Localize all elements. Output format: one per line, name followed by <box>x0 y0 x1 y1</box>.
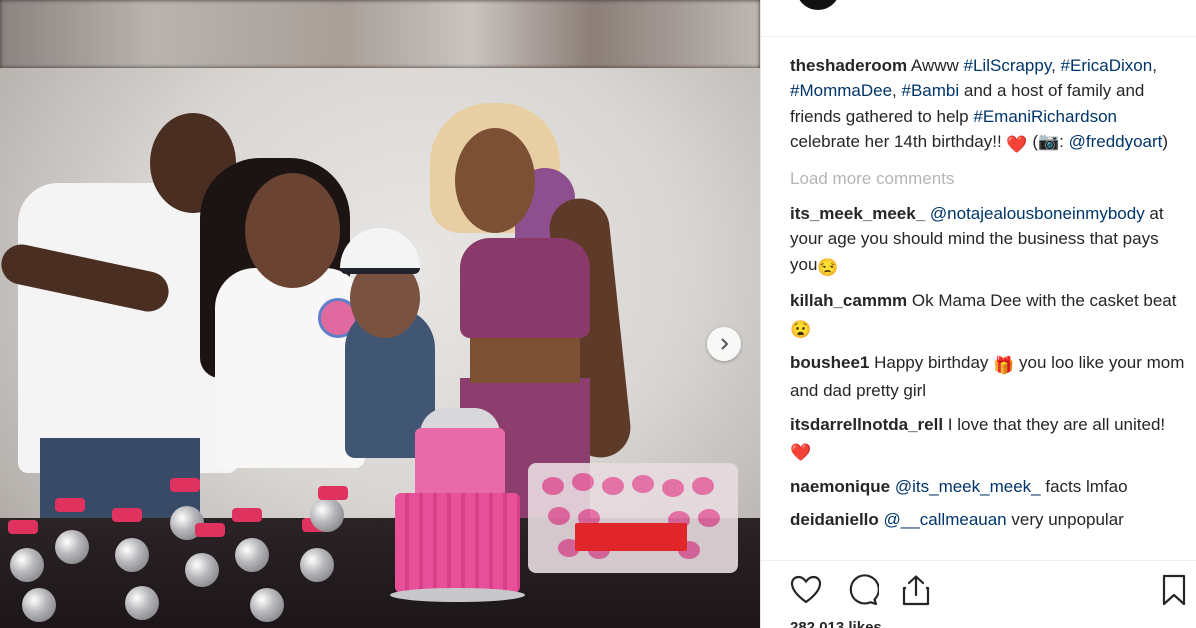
comment-text: Happy birthday <box>869 353 994 373</box>
photographer-mention[interactable]: @freddyoart <box>1069 132 1163 151</box>
comment-username[interactable]: deidaniello <box>790 510 879 529</box>
comment-item: itsdarrellnotda_rell I love that they ar… <box>790 412 1185 466</box>
anguished-face-icon: 😧 <box>790 319 812 339</box>
comment-username[interactable]: naemonique <box>790 477 890 496</box>
gift-icon: 🎁 <box>993 356 1015 376</box>
speech-bubble-icon[interactable] <box>845 573 879 607</box>
comment-item: naemonique @its_meek_meek_ facts lmfao <box>790 474 1185 499</box>
cake-board <box>390 588 525 602</box>
comment-mention[interactable]: @notajealousboneinmybody <box>930 204 1145 223</box>
share-upload-icon[interactable] <box>899 573 933 607</box>
header-divider <box>761 36 1196 37</box>
comments-list: theshaderoom Awww #LilScrappy, #EricaDix… <box>790 53 1185 537</box>
comment-item: deidaniello @__callmeauan very unpopular <box>790 507 1185 529</box>
comment-text: I love that they are all united! <box>943 414 1166 434</box>
photo-blurred-background <box>0 0 760 68</box>
heart-outline-icon[interactable] <box>789 573 823 607</box>
comment-mention[interactable]: @its_meek_meek_ <box>895 477 1041 496</box>
comment-item: its_meek_meek_ @notajealousboneinmybody … <box>790 201 1185 280</box>
comment-text: facts lmfao <box>1040 476 1128 496</box>
red-heart-icon: ❤️ <box>790 443 812 463</box>
poster-avatar[interactable] <box>796 0 840 10</box>
red-heart-icon: ❤️ <box>1006 135 1028 155</box>
comments-panel: theshaderoom Awww #LilScrappy, #EricaDix… <box>761 0 1196 628</box>
hashtag-bambi[interactable]: #Bambi <box>902 81 960 100</box>
caption-text: ) <box>1162 132 1169 152</box>
comment-item: boushee1 Happy birthday 🎁 you loo like y… <box>790 350 1185 404</box>
caption-text: celebrate her 14th birthday!! <box>790 132 1007 152</box>
cupcake-tray <box>528 463 738 573</box>
comment-text: Ok Mama Dee with the casket beat <box>907 291 1177 311</box>
caption-text: , <box>1051 56 1061 75</box>
comment-username[interactable]: itsdarrellnotda_rell <box>790 415 943 434</box>
hashtag-lilscrappy[interactable]: #LilScrappy <box>964 56 1052 75</box>
caption: theshaderoom Awww #LilScrappy, #EricaDix… <box>790 53 1185 158</box>
comment-username[interactable]: its_meek_meek_ <box>790 204 925 223</box>
caption-text: (📷: <box>1027 132 1069 152</box>
caption-username[interactable]: theshaderoom <box>790 56 907 75</box>
comment-item: killah_cammm Ok Mama Dee with the casket… <box>790 288 1185 342</box>
caption-text: , <box>1152 56 1157 75</box>
hashtag-emanirichardson[interactable]: #EmaniRichardson <box>973 107 1117 126</box>
caption-text: , <box>892 81 902 101</box>
comment-username[interactable]: killah_cammm <box>790 291 907 310</box>
hashtag-mommadee[interactable]: #MommaDee <box>790 81 892 100</box>
bookmark-icon[interactable] <box>1157 573 1191 607</box>
caption-text: Awww <box>907 56 964 75</box>
hashtag-ericadixon[interactable]: #EricaDixon <box>1061 56 1153 75</box>
cake-bottom-tier <box>395 493 520 593</box>
load-more-comments-link[interactable]: Load more comments <box>790 166 1185 191</box>
likes-count[interactable]: 282,013 likes <box>790 619 882 628</box>
comment-username[interactable]: boushee1 <box>790 353 869 372</box>
comment-text: very unpopular <box>1006 510 1124 530</box>
cake-top-tier <box>415 428 505 498</box>
post-image[interactable] <box>0 0 760 628</box>
comment-mention[interactable]: @__callmeauan <box>884 510 1007 529</box>
next-photo-button[interactable] <box>707 327 741 361</box>
post-actions-bar: 282,013 likes <box>761 560 1196 628</box>
unamused-face-icon: 😒 <box>817 257 839 277</box>
photographer-watermark <box>575 523 687 551</box>
party-photo <box>0 68 760 628</box>
chevron-right-icon <box>721 338 729 350</box>
